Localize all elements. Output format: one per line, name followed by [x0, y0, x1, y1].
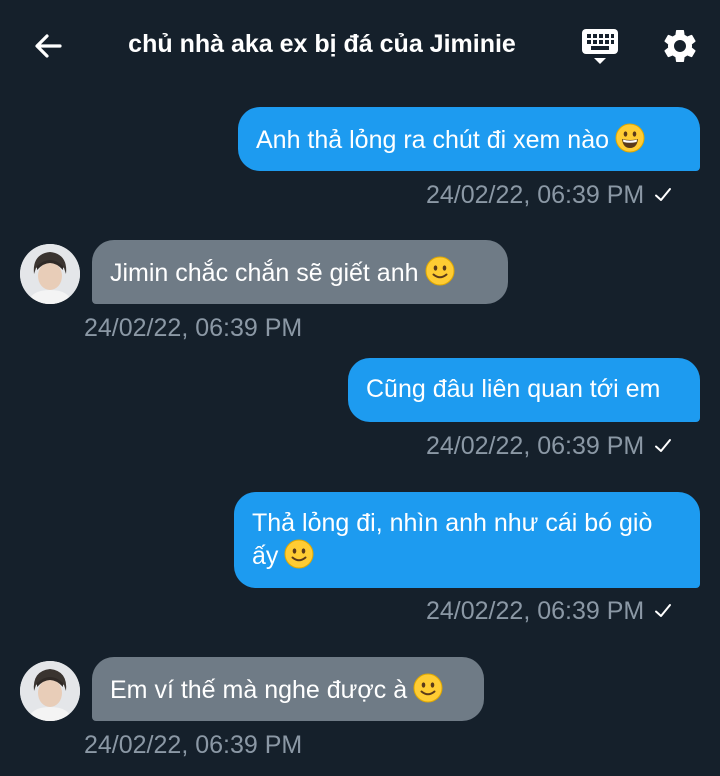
back-button[interactable] [28, 26, 68, 66]
grinning-face-emoji-icon [615, 123, 645, 153]
message-text: Em ví thế mà nghe được à [110, 676, 408, 704]
message-timestamp: 24/02/22, 06:39 PM [84, 314, 303, 342]
settings-button[interactable] [660, 26, 700, 66]
avatar[interactable] [20, 661, 80, 721]
arrow-left-icon [35, 34, 62, 58]
slightly-smiling-face-emoji-icon [413, 673, 443, 703]
read-check-icon [655, 604, 672, 617]
avatar[interactable] [20, 244, 80, 304]
slightly-smiling-face-emoji-icon [284, 539, 314, 569]
read-check-icon [655, 439, 672, 452]
read-check-icon [655, 188, 672, 201]
chat-title: chủ nhà aka ex bị đá của Jiminie [128, 30, 516, 58]
message-bubble-incoming[interactable]: Em ví thế mà nghe được à [92, 657, 484, 721]
message-bubble-outgoing[interactable]: Thả lỏng đi, nhìn anh như cái bó giò ấy [234, 492, 700, 588]
keyboard-icon [582, 29, 618, 64]
message-text: Anh thả lỏng ra chút đi xem nào [256, 126, 610, 154]
avatar-photo-icon [20, 244, 80, 304]
chat-header: chủ nhà aka ex bị đá của Jiminie [0, 0, 720, 92]
avatar-photo-icon [20, 661, 80, 721]
message-timestamp: 24/02/22, 06:39 PM [426, 597, 672, 626]
message-bubble-outgoing[interactable]: Cũng đâu liên quan tới em [348, 358, 700, 422]
message-timestamp: 24/02/22, 06:39 PM [426, 432, 672, 461]
message-timestamp: 24/02/22, 06:39 PM [426, 181, 672, 210]
message-bubble-incoming[interactable]: Jimin chắc chắn sẽ giết anh [92, 240, 508, 304]
slightly-smiling-face-emoji-icon [425, 256, 455, 286]
chat-screen: chủ nhà aka ex bị đá của Jiminie Anh thả… [0, 0, 720, 776]
message-text: Jimin chắc chắn sẽ giết anh [110, 259, 419, 287]
message-timestamp: 24/02/22, 06:39 PM [84, 731, 303, 759]
gear-icon [664, 29, 696, 62]
message-text: Cũng đâu liên quan tới em [366, 375, 661, 403]
keyboard-button[interactable] [578, 26, 622, 68]
message-bubble-outgoing[interactable]: Anh thả lỏng ra chút đi xem nào [238, 107, 700, 171]
